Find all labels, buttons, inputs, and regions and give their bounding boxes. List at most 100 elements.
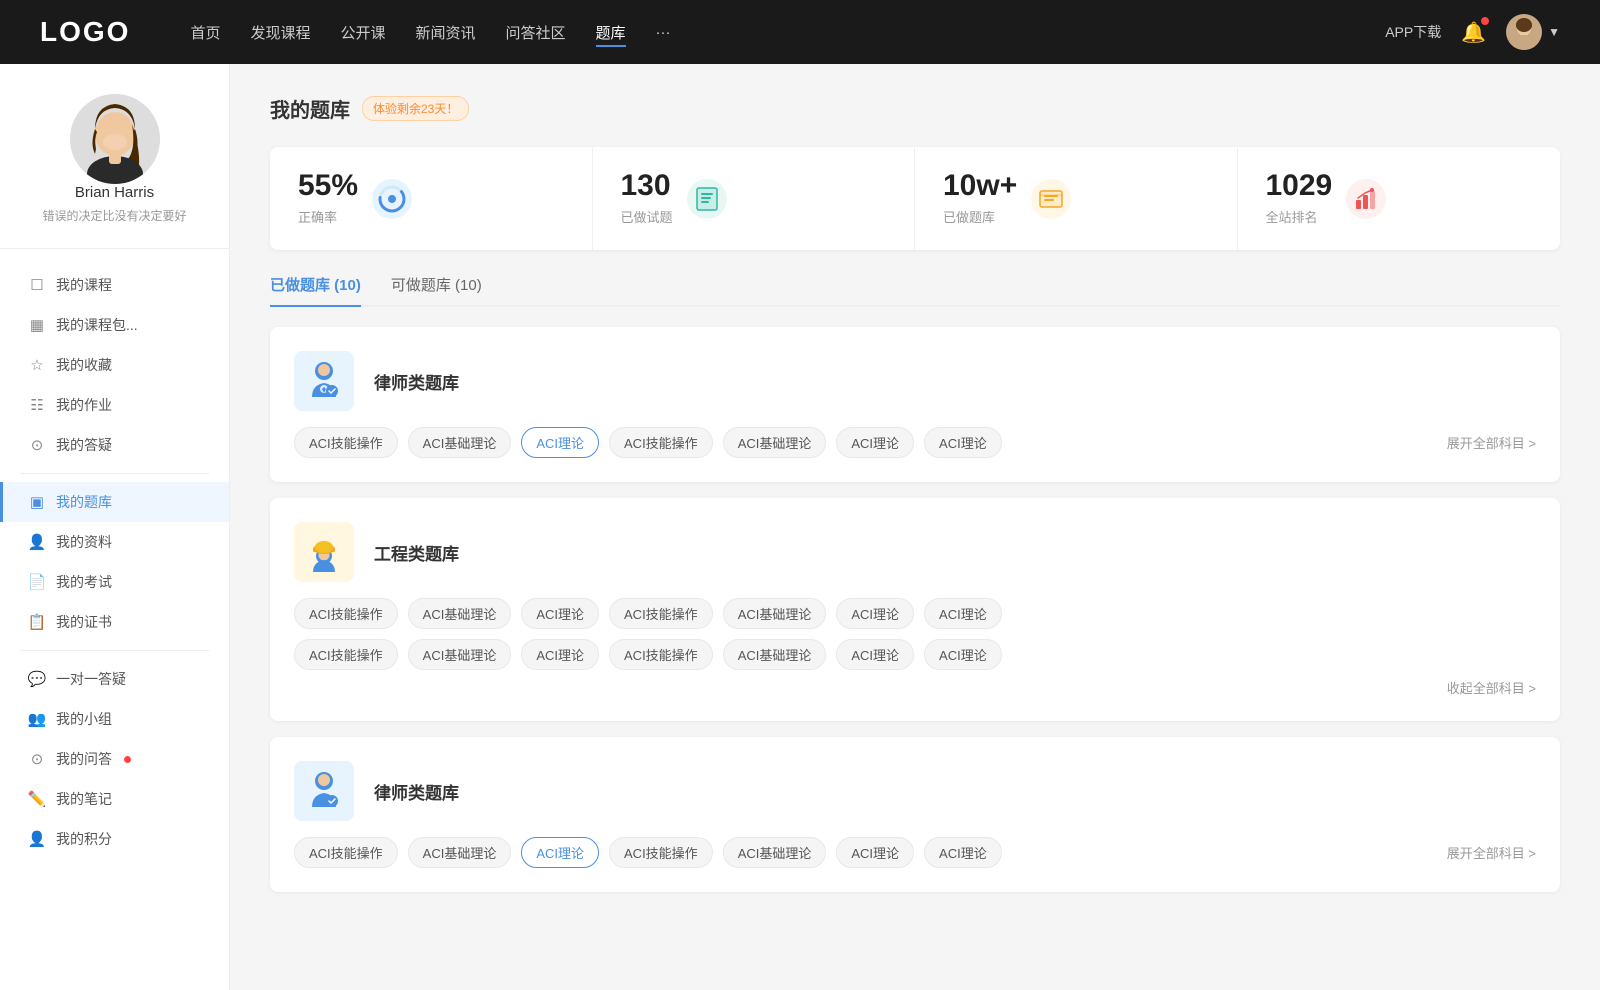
qbank-title-lawyer2: 律师类题库 [374, 779, 459, 804]
qbank-tags-engineer-row2: ACI技能操作 ACI基础理论 ACI理论 ACI技能操作 ACI基础理论 AC… [294, 639, 1536, 670]
tag-item[interactable]: ACI理论 [924, 427, 1002, 458]
tag-item[interactable]: ACI基础理论 [723, 598, 827, 629]
tag-item[interactable]: ACI技能操作 [609, 837, 713, 868]
notification-badge [1481, 17, 1489, 25]
qa-icon: ⊙ [28, 436, 46, 454]
expand-link-lawyer2[interactable]: 展开全部科目 > [1447, 843, 1536, 862]
points-icon: 👤 [28, 830, 46, 848]
qbank-card-lawyer2: 律师类题库 ACI技能操作 ACI基础理论 ACI理论 ACI技能操作 ACI基… [270, 737, 1560, 892]
main-nav: 首页 发现课程 公开课 新闻资讯 问答社区 题库 ··· [190, 18, 1385, 47]
tab-done-banks[interactable]: 已做题库 (10) [270, 274, 361, 305]
profile-name: Brian Harris [75, 184, 154, 201]
app-download-link[interactable]: APP下载 [1385, 22, 1441, 42]
packages-icon: ▦ [28, 316, 46, 334]
tag-item[interactable]: ACI技能操作 [294, 837, 398, 868]
rank-value: 1029 [1266, 171, 1333, 201]
tab-available-banks[interactable]: 可做题库 (10) [391, 274, 482, 305]
qbank-title-engineer: 工程类题库 [374, 540, 459, 565]
avatar-dropdown-arrow: ▼ [1548, 25, 1560, 39]
notes-icon: ✏️ [28, 790, 46, 808]
menu-1on1[interactable]: 💬 一对一答疑 [0, 659, 229, 699]
tag-item[interactable]: ACI技能操作 [609, 639, 713, 670]
menu-my-questions[interactable]: ⊙ 我的问答 [0, 739, 229, 779]
qbank-tags-lawyer1: ACI技能操作 ACI基础理论 ACI理论 ACI技能操作 ACI基础理论 AC… [294, 427, 1536, 458]
tag-item[interactable]: ACI技能操作 [609, 598, 713, 629]
tag-item[interactable]: ACI理论 [836, 639, 914, 670]
qbank-card-lawyer1: 律师类题库 ACI技能操作 ACI基础理论 ACI理论 ACI技能操作 ACI基… [270, 327, 1560, 482]
nav-home[interactable]: 首页 [190, 18, 220, 47]
main-layout: Brian Harris 错误的决定比没有决定要好 ☐ 我的课程 ▦ 我的课程包… [0, 64, 1600, 990]
menu-my-certificates[interactable]: 📋 我的证书 [0, 602, 229, 642]
header-right: APP下载 🔔 ▼ [1385, 14, 1560, 50]
tag-item[interactable]: ACI技能操作 [609, 427, 713, 458]
tag-item[interactable]: ACI理论 [836, 598, 914, 629]
tag-item[interactable]: ACI理论 [924, 837, 1002, 868]
tag-item[interactable]: ACI基础理论 [408, 639, 512, 670]
tag-item[interactable]: ACI基础理论 [723, 837, 827, 868]
done-q-label: 已做试题 [621, 207, 673, 226]
nav-qa[interactable]: 问答社区 [506, 18, 566, 47]
menu-my-courses[interactable]: ☐ 我的课程 [0, 265, 229, 305]
expand-link-lawyer1[interactable]: 展开全部科目 > [1447, 433, 1536, 452]
qbank-icon: ▣ [28, 493, 46, 511]
menu-course-packages[interactable]: ▦ 我的课程包... [0, 305, 229, 345]
menu-my-points[interactable]: 👤 我的积分 [0, 819, 229, 859]
tag-item[interactable]: ACI技能操作 [294, 427, 398, 458]
tag-item[interactable]: ACI基础理论 [723, 639, 827, 670]
page-header: 我的题库 体验剩余23天！ [270, 94, 1560, 123]
menu-my-qbank[interactable]: ▣ 我的题库 [0, 482, 229, 522]
menu-my-exams[interactable]: 📄 我的考试 [0, 562, 229, 602]
menu-favorites[interactable]: ☆ 我的收藏 [0, 345, 229, 385]
tag-item[interactable]: ACI基础理论 [408, 598, 512, 629]
stats-row: 55% 正确率 130 已做试题 [270, 147, 1560, 250]
notification-icon[interactable]: 🔔 [1461, 20, 1486, 45]
user-avatar-container[interactable]: ▼ [1506, 14, 1560, 50]
tag-item[interactable]: ACI理论 [924, 598, 1002, 629]
menu-my-profile[interactable]: 👤 我的资料 [0, 522, 229, 562]
done-q-icon [687, 179, 727, 219]
sidebar-menu: ☐ 我的课程 ▦ 我的课程包... ☆ 我的收藏 ☷ 我的作业 ⊙ 我的答疑 ▣ [0, 249, 229, 875]
tag-item[interactable]: ACI技能操作 [294, 639, 398, 670]
logo[interactable]: LOGO [40, 16, 130, 48]
header: LOGO 首页 发现课程 公开课 新闻资讯 问答社区 题库 ··· APP下载 … [0, 0, 1600, 64]
profile-icon: 👤 [28, 533, 46, 551]
questions-icon: ⊙ [28, 750, 46, 768]
done-b-label: 已做题库 [943, 207, 1017, 226]
tabs-row: 已做题库 (10) 可做题库 (10) [270, 274, 1560, 307]
rank-icon [1346, 179, 1386, 219]
done-b-icon [1031, 179, 1071, 219]
star-icon: ☆ [28, 356, 46, 374]
stat-site-rank: 1029 全站排名 [1238, 147, 1561, 250]
profile-avatar [70, 94, 160, 184]
tag-item[interactable]: ACI理论 [521, 598, 599, 629]
tag-item[interactable]: ACI理论 [924, 639, 1002, 670]
tag-item-active[interactable]: ACI理论 [521, 837, 599, 868]
tag-item[interactable]: ACI基础理论 [408, 837, 512, 868]
tag-item[interactable]: ACI技能操作 [294, 598, 398, 629]
tag-item[interactable]: ACI理论 [836, 837, 914, 868]
tag-item[interactable]: ACI理论 [836, 427, 914, 458]
nav-opencourse[interactable]: 公开课 [340, 18, 385, 47]
menu-my-qa[interactable]: ⊙ 我的答疑 [0, 425, 229, 465]
avatar [1506, 14, 1542, 50]
nav-news[interactable]: 新闻资讯 [416, 18, 476, 47]
nav-more[interactable]: ··· [656, 20, 671, 45]
menu-my-group[interactable]: 👥 我的小组 [0, 699, 229, 739]
main-content: 我的题库 体验剩余23天！ 55% 正确率 [230, 64, 1600, 990]
qbank-title-lawyer1: 律师类题库 [374, 369, 459, 394]
qbank-tags-engineer-row1: ACI技能操作 ACI基础理论 ACI理论 ACI技能操作 ACI基础理论 AC… [294, 598, 1536, 629]
profile-motto: 错误的决定比没有决定要好 [42, 207, 186, 224]
tag-item[interactable]: ACI基础理论 [723, 427, 827, 458]
menu-my-notes[interactable]: ✏️ 我的笔记 [0, 779, 229, 819]
tag-item[interactable]: ACI基础理论 [408, 427, 512, 458]
tag-item[interactable]: ACI理论 [521, 639, 599, 670]
menu-homework[interactable]: ☷ 我的作业 [0, 385, 229, 425]
accuracy-label: 正确率 [298, 207, 358, 226]
done-b-value: 10w+ [943, 171, 1017, 201]
collapse-link-engineer[interactable]: 收起全部科目 > [294, 678, 1536, 697]
nav-discover[interactable]: 发现课程 [250, 18, 310, 47]
exams-icon: 📄 [28, 573, 46, 591]
tag-item-active[interactable]: ACI理论 [521, 427, 599, 458]
trial-badge: 体验剩余23天！ [362, 96, 469, 121]
nav-qbank[interactable]: 题库 [596, 18, 626, 47]
